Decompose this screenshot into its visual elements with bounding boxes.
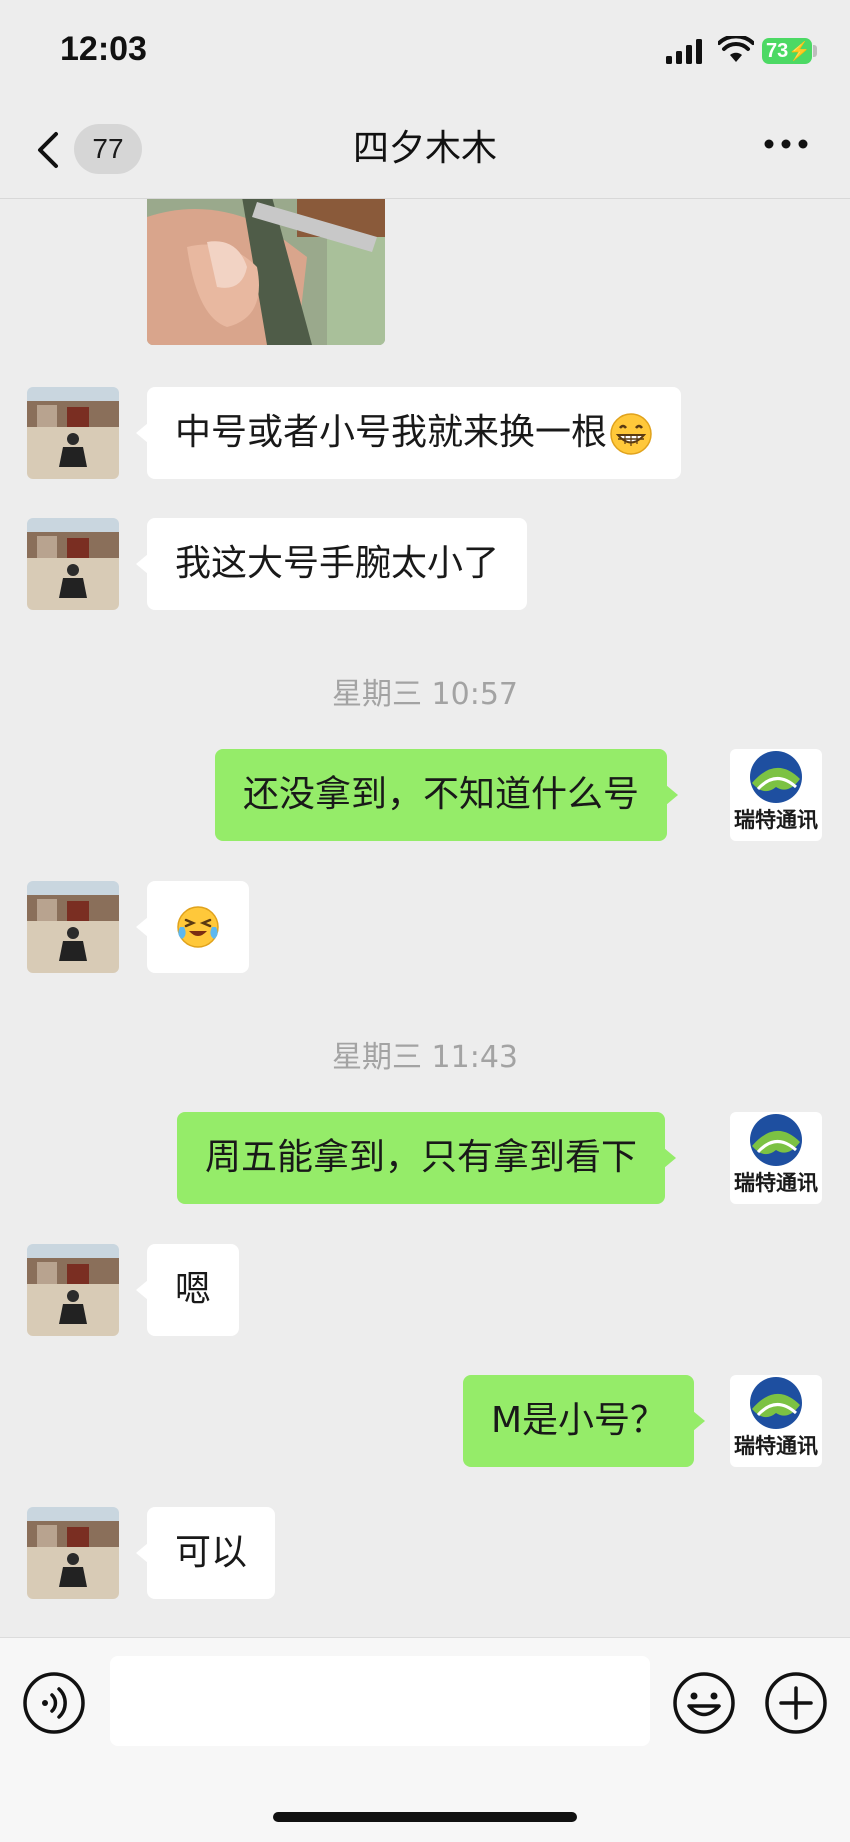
laugh-cry-emoji-icon: [177, 906, 219, 948]
outgoing-message-bubble[interactable]: 周五能拿到，只有拿到看下: [177, 1112, 677, 1204]
logo-text: 瑞特通讯: [734, 1171, 818, 1195]
message-text: 嗯: [175, 1269, 212, 1310]
chat-header: 77 四夕木木: [0, 100, 850, 199]
message-input[interactable]: [110, 1656, 650, 1746]
message-list[interactable]: 中号或者小号我就来换一根 我这大号手腕太小了 星期三 10:57 还没拿到，不知: [0, 199, 850, 1637]
battery-indicator: 73⚡: [762, 38, 812, 64]
self-avatar[interactable]: 瑞特通讯: [730, 1112, 822, 1204]
incoming-message-bubble[interactable]: [136, 881, 249, 973]
outgoing-message-bubble[interactable]: 还没拿到，不知道什么号: [215, 749, 679, 841]
chat-input-bar: [0, 1637, 850, 1842]
contact-avatar[interactable]: [27, 1244, 119, 1336]
status-bar: 12:03 73⚡: [0, 0, 850, 100]
incoming-message-bubble[interactable]: 中号或者小号我就来换一根: [135, 387, 682, 479]
contact-avatar[interactable]: [27, 1507, 119, 1599]
message-text: 可以: [175, 1532, 248, 1573]
status-time: 12:03: [60, 30, 147, 68]
incoming-message-bubble[interactable]: 我这大号手腕太小了: [135, 518, 528, 610]
image-message[interactable]: [147, 199, 385, 345]
voice-input-icon[interactable]: [22, 1671, 86, 1735]
back-chevron-icon[interactable]: [34, 130, 62, 170]
logo-text: 瑞特通讯: [734, 1434, 818, 1458]
outgoing-message-bubble[interactable]: M是小号？: [463, 1375, 706, 1467]
incoming-message-bubble[interactable]: 嗯: [135, 1244, 240, 1336]
message-text: 还没拿到，不知道什么号: [243, 774, 640, 815]
more-functions-plus-icon[interactable]: [764, 1671, 828, 1735]
contact-avatar[interactable]: [27, 387, 119, 479]
grin-emoji-icon: [610, 413, 652, 455]
wifi-icon: [718, 36, 754, 62]
contact-avatar[interactable]: [27, 518, 119, 610]
self-avatar[interactable]: 瑞特通讯: [730, 1375, 822, 1467]
message-text: 周五能拿到，只有拿到看下: [205, 1137, 638, 1178]
more-options-icon[interactable]: [764, 138, 808, 150]
emoji-picker-icon[interactable]: [672, 1671, 736, 1735]
battery-tip: [813, 45, 817, 57]
incoming-message-bubble[interactable]: 可以: [135, 1507, 276, 1599]
timestamp: 星期三 10:57: [332, 677, 518, 712]
unread-count-badge[interactable]: 77: [74, 124, 142, 174]
message-text: 中号或者小号我就来换一根: [175, 412, 608, 453]
message-text: M是小号？: [491, 1400, 667, 1441]
battery-level: 73: [766, 40, 789, 62]
home-indicator[interactable]: [273, 1812, 577, 1822]
self-avatar[interactable]: 瑞特通讯: [730, 749, 822, 841]
contact-avatar[interactable]: [27, 881, 119, 973]
message-text: 我这大号手腕太小了: [175, 543, 500, 584]
cellular-signal-icon: [666, 39, 702, 64]
timestamp: 星期三 11:43: [332, 1040, 518, 1075]
logo-text: 瑞特通讯: [734, 808, 818, 832]
